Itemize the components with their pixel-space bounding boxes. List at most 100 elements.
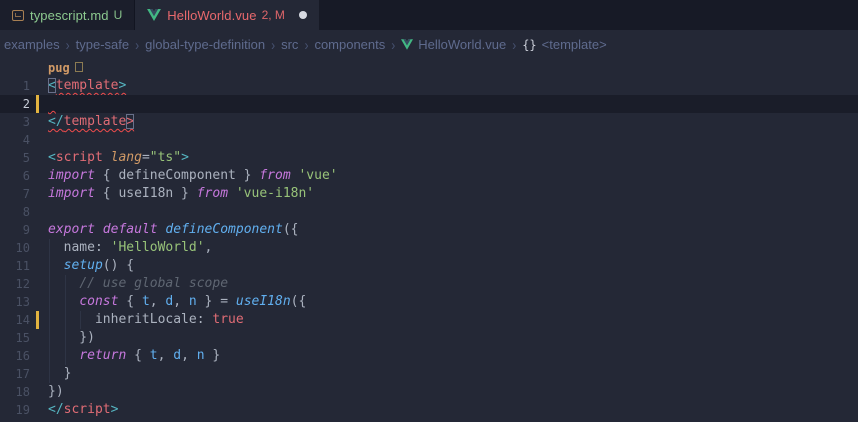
- template-lang-label: pug: [48, 61, 70, 75]
- markdown-icon: [12, 10, 24, 21]
- tab-decoration: U: [114, 8, 123, 22]
- code-line[interactable]: 12 // use global scope: [0, 275, 858, 293]
- template-lang-widget[interactable]: pug: [48, 59, 83, 77]
- git-modified-marker: [36, 95, 39, 113]
- line-number: 17: [0, 365, 30, 383]
- code-token: true: [212, 312, 243, 327]
- code-line[interactable]: 18}): [0, 383, 858, 401]
- vue-icon: [147, 9, 161, 21]
- code-text: return { t, d, n }: [48, 347, 220, 365]
- code-token: useI18n: [236, 294, 291, 309]
- line-number: 18: [0, 383, 30, 401]
- code-line[interactable]: 4: [0, 131, 858, 149]
- code-line[interactable]: 15 }): [0, 329, 858, 347]
- code-token: setup: [64, 258, 103, 273]
- line-number: 3: [0, 113, 30, 131]
- code-token: ,: [158, 348, 174, 363]
- code-token: >: [181, 150, 189, 165]
- code-text: <script lang="ts">: [48, 149, 189, 167]
- code-token: }: [205, 348, 221, 363]
- code-line[interactable]: 16 return { t, d, n }: [0, 347, 858, 365]
- tab-decoration: 2, M: [262, 8, 285, 22]
- code-token: [95, 222, 103, 237]
- code-token: "ts": [150, 150, 181, 165]
- line-number: 10: [0, 239, 30, 257]
- code-line[interactable]: 1<template>: [0, 77, 858, 95]
- code-token: ,: [150, 294, 166, 309]
- code-token: {: [118, 294, 141, 309]
- code-text: }): [48, 383, 64, 401]
- code-text: import { useI18n } from 'vue-i18n': [48, 185, 314, 203]
- code-token: d: [173, 348, 181, 363]
- line-number: 1: [0, 77, 30, 95]
- code-token: t: [142, 294, 150, 309]
- line-number: 13: [0, 293, 30, 311]
- code-text: inheritLocale: true: [48, 311, 244, 329]
- code-token: import: [48, 168, 95, 183]
- code-token: from: [259, 168, 290, 183]
- code-token: { defineComponent }: [95, 168, 259, 183]
- code-token: <: [48, 78, 56, 93]
- code-text: export default defineComponent({: [48, 221, 298, 239]
- code-token: }: [48, 366, 71, 381]
- code-token: =: [142, 150, 150, 165]
- code-line[interactable]: 10 name: 'HelloWorld',: [0, 239, 858, 257]
- line-number: 5: [0, 149, 30, 167]
- code-line[interactable]: 13 const { t, d, n } = useI18n({: [0, 293, 858, 311]
- breadcrumb-item-components[interactable]: components: [314, 37, 385, 52]
- code-token: { useI18n }: [95, 186, 197, 201]
- breadcrumb-item-examples[interactable]: examples: [4, 37, 60, 52]
- code-token: [48, 294, 79, 309]
- code-line[interactable]: 3</template>: [0, 113, 858, 131]
- code-line[interactable]: 2: [0, 95, 858, 113]
- tab-helloworld-vue[interactable]: HelloWorld.vue2, M: [135, 0, 319, 30]
- line-number: 11: [0, 257, 30, 275]
- breadcrumb-item-src[interactable]: src: [281, 37, 298, 52]
- breadcrumb-label: type-safe: [76, 37, 129, 52]
- code-token: ,: [181, 348, 197, 363]
- code-editor[interactable]: pug 1<template>2 3</template>45<script l…: [0, 59, 858, 422]
- code-text: name: 'HelloWorld',: [48, 239, 212, 257]
- code-token: template: [56, 78, 119, 93]
- code-token: n: [197, 348, 205, 363]
- code-token: // use global scope: [79, 276, 228, 291]
- code-line[interactable]: 19</script>: [0, 401, 858, 419]
- code-text: [48, 95, 56, 113]
- code-text: }: [48, 365, 71, 383]
- line-number: 2: [0, 95, 30, 113]
- code-line[interactable]: 17 }: [0, 365, 858, 383]
- dirty-indicator[interactable]: [299, 11, 307, 19]
- code-token: } =: [197, 294, 236, 309]
- code-token: inheritLocale:: [48, 312, 212, 327]
- code-token: </: [48, 402, 64, 417]
- code-line[interactable]: 8: [0, 203, 858, 221]
- breadcrumb-item--template-[interactable]: {}<template>: [522, 37, 607, 52]
- code-token: </: [48, 114, 64, 129]
- code-line[interactable]: 5 <script lang="ts">: [0, 149, 858, 167]
- code-line[interactable]: 6import { defineComponent } from 'vue': [0, 167, 858, 185]
- breadcrumb-item-helloworld-vue[interactable]: HelloWorld.vue: [401, 37, 506, 52]
- code-line[interactable]: 14 inheritLocale: true: [0, 311, 858, 329]
- code-token: [48, 258, 64, 273]
- code-token: }): [48, 384, 64, 399]
- code-token: [48, 96, 56, 111]
- breadcrumb-item-global-type-definition[interactable]: global-type-definition: [145, 37, 265, 52]
- chevron-right-icon: ›: [271, 36, 275, 54]
- code-token: default: [103, 222, 158, 237]
- code-token: >: [111, 402, 119, 417]
- code-text: import { defineComponent } from 'vue': [48, 167, 338, 185]
- template-lang-widget-row: pug: [0, 59, 858, 77]
- code-token: from: [197, 186, 228, 201]
- code-line[interactable]: 7import { useI18n } from 'vue-i18n': [0, 185, 858, 203]
- code-token: name:: [48, 240, 111, 255]
- code-line[interactable]: 11 setup() {: [0, 257, 858, 275]
- code-token: () {: [103, 258, 134, 273]
- code-line[interactable]: 9export default defineComponent({: [0, 221, 858, 239]
- code-token: <: [48, 150, 56, 165]
- line-number: 15: [0, 329, 30, 347]
- code-token: }): [48, 330, 95, 345]
- tab-typescript-md[interactable]: typescript.mdU: [0, 0, 135, 30]
- breadcrumb-item-type-safe[interactable]: type-safe: [76, 37, 129, 52]
- tab-bar: typescript.mdUHelloWorld.vue2, M: [0, 0, 858, 30]
- line-number: 19: [0, 401, 30, 419]
